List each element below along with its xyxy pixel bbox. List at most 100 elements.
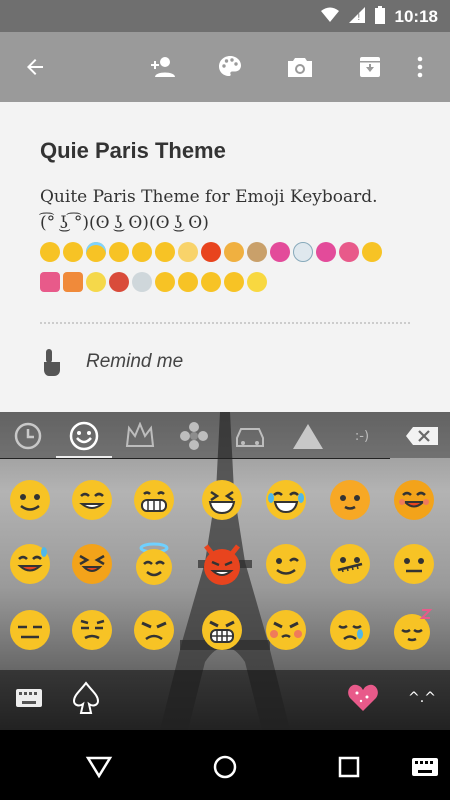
emoji-joy-key[interactable] [262,476,310,524]
switch-keyboard-button[interactable] [14,680,44,716]
emoji-blush-key[interactable] [326,476,374,524]
angel-icon [86,242,106,262]
recents-square-icon [338,756,360,778]
tab-smileys[interactable] [66,418,102,454]
emoji-smile-key[interactable] [6,476,54,524]
emoticon-button[interactable]: ^.^ [402,680,442,716]
kiss-icon [339,242,359,262]
sparkle-icon [86,272,106,292]
touch-hand-icon [44,349,60,376]
emoji-crying-key[interactable] [326,606,374,654]
camera-button[interactable] [285,52,315,82]
back-button[interactable] [20,52,50,82]
emoji-laugh-key[interactable] [198,476,246,524]
description-line-2: (͡° ͜ʖ ͡°)(ʘ ͜ʖ ʘ)(ʘ ͜ʖ ʘ) [40,213,209,233]
remind-me-label: Remind me [86,351,184,372]
tab-recent[interactable] [10,418,46,454]
emoji-preview-row-1 [40,242,382,262]
emoji-zipper-mouth-key[interactable] [326,540,374,588]
emoji-happy-key[interactable] [390,476,438,524]
add-contact-button[interactable] [145,52,179,82]
pray-icon [201,272,221,292]
more-options-button[interactable] [405,52,435,82]
nav-recents-button[interactable] [332,750,366,784]
smirk-icon [109,242,129,262]
muscle-icon [270,242,290,262]
overflow-menu-icon [417,56,423,78]
emoji-devil-key[interactable] [198,540,246,588]
emoji-halo-key[interactable] [130,540,178,588]
nav-home-button[interactable] [208,750,242,784]
emoji-grimace-key[interactable] [130,476,178,524]
keyboard-icon [412,758,438,776]
divider [40,322,410,324]
keyboard-bottom-bar: ^.^ [0,670,450,730]
emoji-sweat-smile-key[interactable] [6,540,54,588]
tab-symbols[interactable] [290,418,326,454]
emoji-confused-key[interactable] [68,606,116,654]
keyboard-icon [16,689,42,707]
emoji-expressionless-key[interactable] [6,606,54,654]
sparkling-heart-button[interactable] [344,680,382,716]
santa-icon [201,242,221,262]
heart-icon [40,272,60,292]
app-toolbar [0,32,450,102]
remind-me-button[interactable]: Remind me [40,348,183,376]
emoji-pouting-key[interactable] [262,606,310,654]
triangle-icon [293,424,323,449]
baby-angel-icon [178,242,198,262]
emoji-sleepy-key[interactable] [390,606,438,654]
battery-icon [374,6,385,28]
chick-icon [247,272,267,292]
emoji-squint-laugh-key[interactable] [68,540,116,588]
theme-title: Quie Paris Theme [40,138,226,163]
blush-icon [132,242,152,262]
emoji-grin-key[interactable] [68,476,116,524]
archive-button[interactable] [355,52,385,82]
raised-hand-icon [362,242,382,262]
tab-travel[interactable] [232,418,268,454]
signal-icon: ! [348,7,365,27]
grin-icon [63,242,83,262]
status-time: 10:18 [394,7,438,26]
thumbs-up-icon [155,272,175,292]
clock-icon [14,422,42,450]
tab-people[interactable] [122,418,158,454]
tab-emoticons[interactable]: :-) [344,418,380,454]
emoji-wink-key[interactable] [262,540,310,588]
tabs-divider [0,458,390,459]
nail-polish-icon [316,242,336,262]
emoji-grimace-angry-key[interactable] [198,606,246,654]
theme-description: Quite Paris Theme for Emoji Keyboard. (͡… [40,184,420,236]
ghost-icon [293,242,313,262]
tab-nature[interactable] [176,418,212,454]
status-bar: ! 10:18 [0,0,450,32]
back-arrow-icon [27,59,43,75]
spade-button[interactable] [68,680,104,716]
navigation-bar [0,730,450,800]
car-icon [236,428,264,447]
spade-icon [72,681,100,714]
emoji-neutral-key[interactable] [390,540,438,588]
theme-detail-card: Quie Paris Theme Quite Paris Theme for E… [0,102,450,412]
palette-icon [219,56,241,76]
crown-icon [125,422,155,447]
backspace-icon [406,427,438,445]
add-person-icon [151,57,175,77]
delete-key[interactable] [402,418,442,454]
description-line-1: Quite Paris Theme for Emoji Keyboard. [40,187,378,207]
heart-hands-icon [178,272,198,292]
emoji-angry-key[interactable] [130,606,178,654]
camera-icon [288,58,312,77]
nav-keyboard-button[interactable] [408,750,442,784]
emoji-preview-row-2 [40,272,267,292]
skull-icon [132,272,152,292]
smiley-icon [40,242,60,262]
nav-back-button[interactable] [82,750,116,784]
smiley-face-icon [69,421,99,451]
emoji-category-tabs: :-) [0,412,450,458]
svg-text:!: ! [357,13,361,23]
bunny-girl-icon [247,242,267,262]
flower-icon [180,422,208,450]
theme-palette-button[interactable] [215,52,245,82]
